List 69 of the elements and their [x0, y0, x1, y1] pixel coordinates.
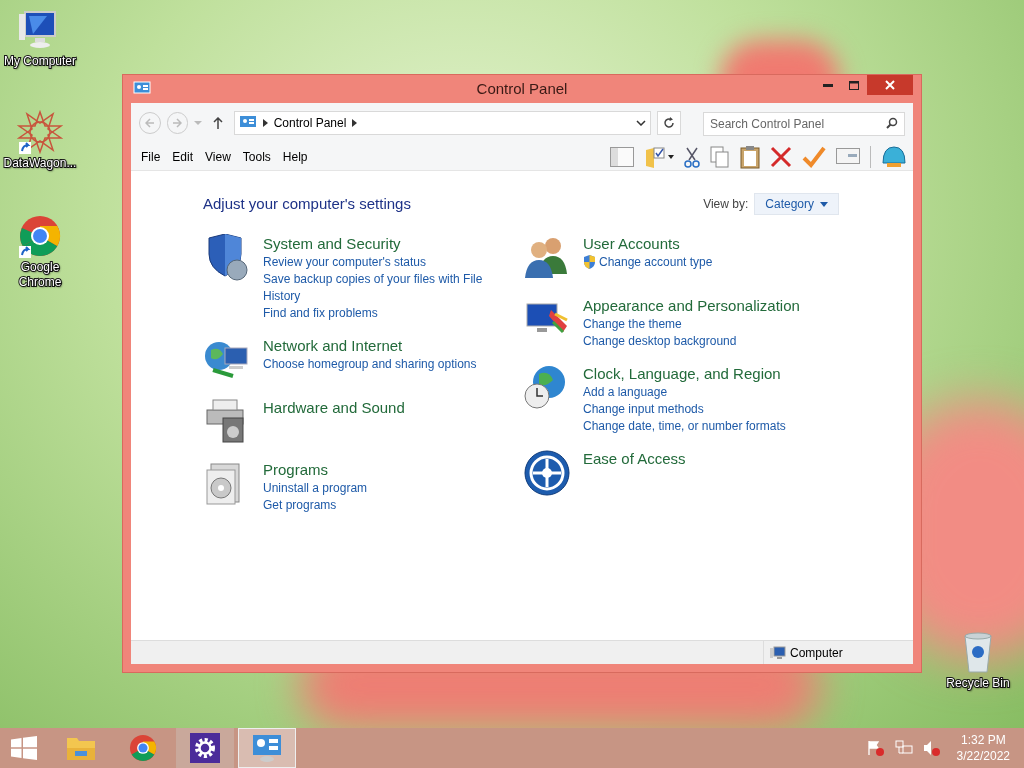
task-link[interactable]: Find and fix problems [263, 304, 499, 322]
checkmark-icon[interactable] [802, 145, 826, 168]
left-arrow-icon [144, 118, 155, 128]
category-link[interactable]: Network and Internet [263, 335, 499, 356]
address-bar[interactable]: Control Panel [233, 111, 652, 135]
accessibility-icon [523, 448, 571, 497]
menu-item[interactable]: Tools [236, 147, 277, 166]
category-link[interactable]: User Accounts [583, 233, 819, 254]
chevron-right-icon [352, 119, 358, 127]
right-arrow-icon [172, 118, 183, 128]
delete-icon[interactable] [770, 145, 792, 168]
scissors-icon[interactable] [684, 145, 700, 168]
task-link[interactable]: Add a language [583, 383, 819, 401]
category-link[interactable]: Clock, Language, and Region [583, 363, 819, 384]
category-link[interactable]: System and Security [263, 233, 499, 254]
pane-icon[interactable] [610, 146, 634, 167]
refresh-icon [663, 117, 676, 129]
chrome-icon[interactable] [17, 214, 63, 260]
task-link[interactable]: Get programs [263, 496, 499, 514]
chevron-right-icon [262, 119, 268, 127]
speaker-muted-icon[interactable] [922, 740, 941, 756]
minimize-icon [823, 83, 833, 87]
computer-icon [770, 645, 786, 660]
close-button[interactable] [867, 75, 913, 95]
chevron-down-icon[interactable] [636, 120, 647, 126]
close-icon [885, 80, 895, 90]
view-by-label: View by: [703, 196, 749, 214]
menu-item[interactable]: View [199, 147, 237, 166]
gear-icon [190, 733, 220, 763]
task-link[interactable]: Save backup copies of your files with File History [263, 270, 499, 305]
status-text: Computer [790, 644, 843, 662]
refresh-button[interactable] [657, 111, 681, 135]
shell-icon[interactable] [881, 144, 907, 169]
category-link[interactable]: Appearance and Personalization [583, 295, 819, 316]
shield-icon [583, 255, 596, 269]
search-icon [886, 117, 898, 129]
folder-check-icon[interactable] [644, 145, 674, 168]
task-link[interactable]: Review your computer's status [263, 253, 499, 271]
copy-icon[interactable] [710, 145, 730, 168]
task-link[interactable]: Choose homegroup and sharing options [263, 355, 499, 373]
windows-logo-icon [11, 736, 37, 760]
menu-item[interactable]: Help [276, 147, 314, 166]
task-link[interactable]: Change the theme [583, 315, 819, 333]
task-link[interactable]: Change input methods [583, 400, 819, 418]
menu-item[interactable]: File [135, 147, 167, 166]
breadcrumb[interactable]: Control Panel [273, 114, 347, 132]
window-title: Control Panel [476, 78, 568, 99]
task-link[interactable]: Uninstall a program [263, 479, 499, 497]
page-heading: Adjust your computer's settings [203, 194, 411, 214]
task-link[interactable]: Change date, time, or number formats [583, 417, 819, 435]
menu-item[interactable]: Edit [166, 147, 200, 166]
chrome-icon [128, 733, 158, 763]
up-arrow-icon [212, 117, 223, 129]
taskbar-button[interactable] [176, 728, 234, 768]
category-link[interactable]: Ease of Access [583, 448, 686, 469]
caret-icon [820, 201, 828, 207]
star-pattern-icon[interactable] [17, 110, 63, 156]
clipboard-icon[interactable] [740, 144, 760, 169]
control-panel-icon [133, 81, 151, 97]
view-by-dropdown[interactable]: Category [754, 193, 839, 216]
flag-icon[interactable] [866, 740, 885, 756]
category-link[interactable]: Hardware and Sound [263, 397, 405, 418]
category-link[interactable]: Programs [263, 459, 499, 480]
maximize-icon [849, 80, 859, 90]
search-field[interactable]: Search Control Panel [703, 112, 905, 136]
task-link[interactable]: Change desktop background [583, 332, 819, 350]
task-link[interactable]: Change account type [583, 253, 819, 271]
control-panel-icon [251, 733, 283, 763]
card-icon[interactable] [836, 147, 860, 166]
